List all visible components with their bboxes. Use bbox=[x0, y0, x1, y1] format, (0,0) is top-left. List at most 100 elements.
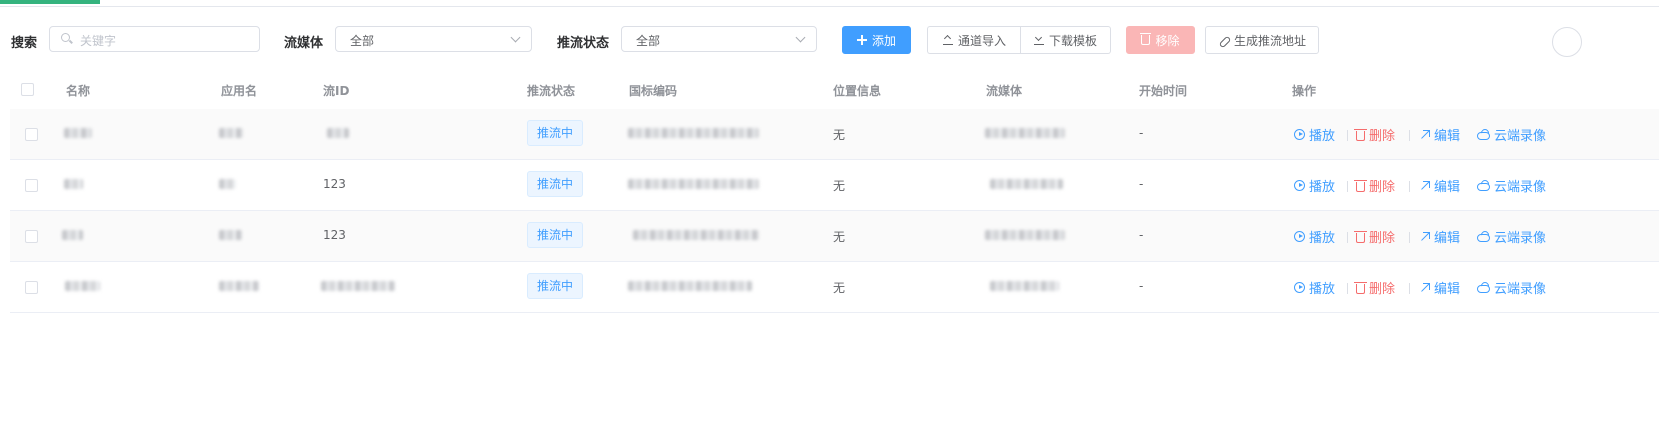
redacted-app-name bbox=[219, 128, 243, 138]
column-header: 名称 bbox=[66, 84, 91, 98]
push-status-select[interactable]: 全部 bbox=[621, 26, 817, 52]
edit-label: 编辑 bbox=[1434, 282, 1461, 297]
play-icon bbox=[1294, 231, 1305, 242]
play-button[interactable]: 播放 bbox=[1294, 125, 1335, 144]
column-header: 推流状态 bbox=[527, 84, 576, 98]
column-header: 开始时间 bbox=[1139, 84, 1188, 98]
download-template-button[interactable]: 下载模板 bbox=[1021, 26, 1111, 54]
row-checkbox[interactable] bbox=[25, 128, 38, 141]
edit-button[interactable]: 编辑 bbox=[1419, 176, 1460, 195]
trash-icon bbox=[1354, 179, 1367, 192]
filter-bar: 搜索 关键字 流媒体 全部 推流状态 全部 添加 通道导入 下载模板 移除 生成… bbox=[0, 26, 1659, 54]
redacted-gb-code bbox=[628, 128, 759, 138]
plus-icon bbox=[856, 35, 867, 45]
column-header: 位置信息 bbox=[833, 84, 882, 98]
play-label: 播放 bbox=[1309, 129, 1336, 144]
download-template-label: 下载模板 bbox=[1048, 33, 1097, 48]
stream-id-value: 123 bbox=[323, 177, 346, 191]
send-icon bbox=[1419, 282, 1430, 293]
action-separator bbox=[1409, 181, 1410, 192]
action-separator bbox=[1409, 130, 1410, 141]
edit-label: 编辑 bbox=[1434, 129, 1461, 144]
redacted-name bbox=[64, 128, 92, 138]
redacted-media-server bbox=[985, 128, 1065, 138]
add-button[interactable]: 添加 bbox=[842, 26, 911, 54]
location-value: 无 bbox=[833, 281, 846, 295]
redacted-name bbox=[62, 230, 83, 240]
status-badge: 推流中 bbox=[527, 120, 584, 146]
send-icon bbox=[1419, 129, 1430, 140]
import-channel-button[interactable]: 通道导入 bbox=[927, 26, 1021, 54]
redacted-gb-code bbox=[628, 281, 752, 291]
cloud-icon bbox=[1477, 132, 1490, 140]
start-time-value: - bbox=[1139, 126, 1144, 140]
play-label: 播放 bbox=[1309, 231, 1336, 246]
edit-button[interactable]: 编辑 bbox=[1419, 227, 1460, 246]
generate-push-url-button[interactable]: 生成推流地址 bbox=[1205, 26, 1319, 54]
delete-label: 删除 bbox=[1369, 231, 1396, 246]
action-separator bbox=[1347, 232, 1348, 243]
play-icon bbox=[1294, 129, 1305, 140]
active-tab-indicator[interactable] bbox=[0, 0, 100, 4]
edit-button[interactable]: 编辑 bbox=[1419, 278, 1460, 297]
table-row[interactable]: 推流中 无 - 播放 删除 编辑 云端录像 bbox=[10, 262, 1659, 313]
search-input[interactable]: 关键字 bbox=[49, 26, 260, 52]
delete-button[interactable]: 删除 bbox=[1354, 125, 1396, 144]
status-badge: 推流中 bbox=[527, 171, 584, 197]
delete-button[interactable]: 删除 bbox=[1354, 227, 1396, 246]
upload-icon bbox=[942, 35, 953, 45]
row-checkbox[interactable] bbox=[25, 179, 38, 192]
select-all-checkbox[interactable] bbox=[21, 83, 34, 96]
push-status-label: 推流状态 bbox=[557, 36, 610, 51]
play-icon bbox=[1294, 180, 1305, 191]
column-header: 应用名 bbox=[221, 84, 258, 98]
column-header: 操作 bbox=[1292, 84, 1317, 98]
play-button[interactable]: 播放 bbox=[1294, 227, 1335, 246]
start-time-value: - bbox=[1139, 177, 1144, 191]
action-separator bbox=[1347, 283, 1348, 294]
redacted-app-name bbox=[219, 281, 259, 291]
link-icon bbox=[1218, 35, 1229, 46]
delete-label: 删除 bbox=[1369, 129, 1396, 144]
play-label: 播放 bbox=[1309, 180, 1336, 195]
send-icon bbox=[1419, 180, 1430, 191]
add-button-label: 添加 bbox=[871, 33, 896, 48]
cloud-icon bbox=[1477, 234, 1490, 242]
stream-id-value: 123 bbox=[323, 228, 346, 242]
search-placeholder: 关键字 bbox=[80, 34, 117, 48]
column-header: 国标编码 bbox=[629, 84, 678, 98]
play-button[interactable]: 播放 bbox=[1294, 278, 1335, 297]
trash-icon bbox=[1140, 33, 1152, 45]
row-checkbox[interactable] bbox=[25, 230, 38, 243]
cloud-record-label: 云端录像 bbox=[1494, 180, 1547, 195]
chevron-down-icon bbox=[510, 32, 521, 43]
play-icon bbox=[1294, 282, 1305, 293]
play-button[interactable]: 播放 bbox=[1294, 176, 1335, 195]
cloud-record-label: 云端录像 bbox=[1494, 282, 1547, 297]
delete-button[interactable]: 删除 bbox=[1354, 176, 1395, 195]
table-row[interactable]: 推流中 无 - 播放 删除 编辑 云端录像 bbox=[10, 109, 1659, 160]
cloud-record-button[interactable]: 云端录像 bbox=[1477, 278, 1546, 297]
search-circle-button[interactable] bbox=[1552, 27, 1582, 57]
edit-button[interactable]: 编辑 bbox=[1419, 125, 1460, 144]
media-select[interactable]: 全部 bbox=[335, 26, 532, 52]
cloud-icon bbox=[1477, 183, 1490, 191]
delete-button[interactable]: 删除 bbox=[1354, 278, 1395, 297]
download-icon bbox=[1033, 35, 1044, 45]
action-separator bbox=[1347, 130, 1348, 141]
remove-button[interactable]: 移除 bbox=[1126, 26, 1195, 54]
cloud-record-button[interactable]: 云端录像 bbox=[1477, 125, 1546, 144]
table-row[interactable]: 123 推流中 无 - 播放 删除 编辑 云端录像 bbox=[10, 211, 1659, 262]
redacted-app-name bbox=[219, 179, 236, 189]
table-row[interactable]: 123 推流中 无 - 播放 删除 编辑 云端录像 bbox=[10, 160, 1659, 211]
cloud-icon bbox=[1477, 285, 1490, 293]
trash-icon bbox=[1354, 128, 1367, 141]
generate-push-url-label: 生成推流地址 bbox=[1233, 33, 1306, 48]
row-checkbox[interactable] bbox=[25, 281, 38, 294]
cloud-record-button[interactable]: 云端录像 bbox=[1477, 176, 1546, 195]
table-header: 名称 应用名 流ID 推流状态 国标编码 位置信息 流媒体 开始时间 操作 bbox=[10, 71, 1659, 108]
action-separator bbox=[1347, 181, 1348, 192]
cloud-record-button[interactable]: 云端录像 bbox=[1477, 227, 1546, 246]
import-channel-label: 通道导入 bbox=[957, 33, 1006, 48]
redacted-gb-code bbox=[633, 230, 759, 240]
